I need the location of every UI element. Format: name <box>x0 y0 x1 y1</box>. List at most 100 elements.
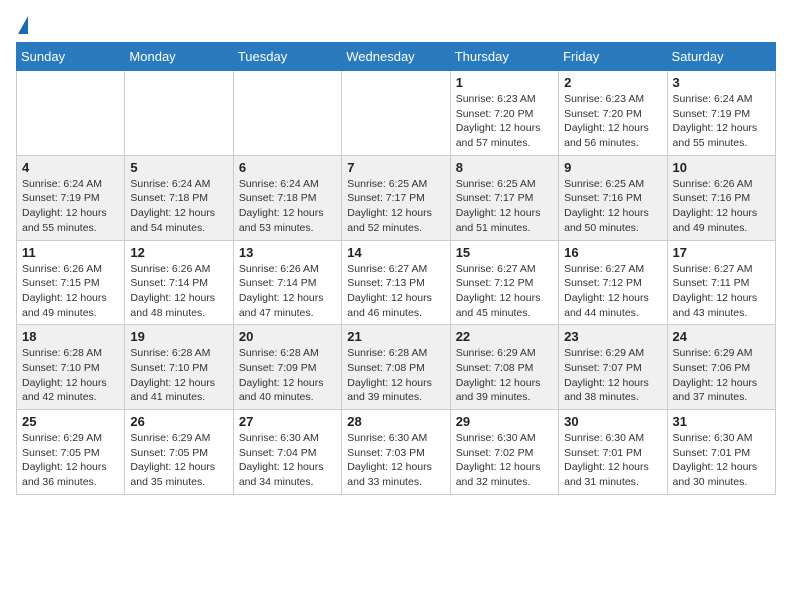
calendar-cell: 21 Sunrise: 6:28 AM Sunset: 7:08 PM Dayli… <box>342 325 450 410</box>
calendar-week-row: 25 Sunrise: 6:29 AM Sunset: 7:05 PM Dayli… <box>17 410 776 495</box>
col-header-saturday: Saturday <box>667 43 775 71</box>
calendar-cell: 18 Sunrise: 6:28 AM Sunset: 7:10 PM Dayli… <box>17 325 125 410</box>
day-number: 18 <box>22 329 119 344</box>
col-header-friday: Friday <box>559 43 667 71</box>
logo-triangle-icon <box>18 16 28 34</box>
day-info: Sunrise: 6:30 AM Sunset: 7:02 PM Dayligh… <box>456 431 553 490</box>
day-info: Sunrise: 6:26 AM Sunset: 7:15 PM Dayligh… <box>22 262 119 321</box>
calendar-week-row: 1 Sunrise: 6:23 AM Sunset: 7:20 PM Daylig… <box>17 71 776 156</box>
calendar-cell: 10 Sunrise: 6:26 AM Sunset: 7:16 PM Dayli… <box>667 155 775 240</box>
calendar-cell <box>233 71 341 156</box>
day-info: Sunrise: 6:28 AM Sunset: 7:10 PM Dayligh… <box>130 346 227 405</box>
calendar-cell <box>125 71 233 156</box>
day-number: 7 <box>347 160 444 175</box>
day-info: Sunrise: 6:26 AM Sunset: 7:14 PM Dayligh… <box>239 262 336 321</box>
calendar-cell: 27 Sunrise: 6:30 AM Sunset: 7:04 PM Dayli… <box>233 410 341 495</box>
day-info: Sunrise: 6:27 AM Sunset: 7:12 PM Dayligh… <box>456 262 553 321</box>
calendar-cell: 16 Sunrise: 6:27 AM Sunset: 7:12 PM Dayli… <box>559 240 667 325</box>
day-number: 23 <box>564 329 661 344</box>
day-number: 31 <box>673 414 770 429</box>
day-info: Sunrise: 6:25 AM Sunset: 7:16 PM Dayligh… <box>564 177 661 236</box>
calendar-cell: 28Sunrise: 6:30 AM Sunset: 7:03 PM Dayli… <box>342 410 450 495</box>
calendar-cell: 26 Sunrise: 6:29 AM Sunset: 7:05 PM Dayli… <box>125 410 233 495</box>
day-info: Sunrise: 6:27 AM Sunset: 7:12 PM Dayligh… <box>564 262 661 321</box>
day-number: 13 <box>239 245 336 260</box>
day-info: Sunrise: 6:24 AM Sunset: 7:19 PM Dayligh… <box>22 177 119 236</box>
calendar-cell: 25 Sunrise: 6:29 AM Sunset: 7:05 PM Dayli… <box>17 410 125 495</box>
day-number: 2 <box>564 75 661 90</box>
day-number: 3 <box>673 75 770 90</box>
calendar-cell <box>342 71 450 156</box>
day-info: Sunrise: 6:29 AM Sunset: 7:05 PM Dayligh… <box>22 431 119 490</box>
calendar-cell: 20Sunrise: 6:28 AM Sunset: 7:09 PM Dayli… <box>233 325 341 410</box>
calendar-cell: 31 Sunrise: 6:30 AM Sunset: 7:01 PM Dayli… <box>667 410 775 495</box>
calendar-cell: 14 Sunrise: 6:27 AM Sunset: 7:13 PM Dayli… <box>342 240 450 325</box>
day-info: Sunrise: 6:27 AM Sunset: 7:13 PM Dayligh… <box>347 262 444 321</box>
day-number: 10 <box>673 160 770 175</box>
day-info: Sunrise: 6:28 AM Sunset: 7:10 PM Dayligh… <box>22 346 119 405</box>
page-header <box>16 16 776 34</box>
day-info: Sunrise: 6:29 AM Sunset: 7:05 PM Dayligh… <box>130 431 227 490</box>
col-header-monday: Monday <box>125 43 233 71</box>
day-number: 6 <box>239 160 336 175</box>
col-header-sunday: Sunday <box>17 43 125 71</box>
calendar-cell: 19Sunrise: 6:28 AM Sunset: 7:10 PM Dayli… <box>125 325 233 410</box>
day-number: 8 <box>456 160 553 175</box>
day-number: 12 <box>130 245 227 260</box>
col-header-wednesday: Wednesday <box>342 43 450 71</box>
calendar-cell: 9Sunrise: 6:25 AM Sunset: 7:16 PM Daylig… <box>559 155 667 240</box>
day-number: 27 <box>239 414 336 429</box>
day-info: Sunrise: 6:30 AM Sunset: 7:04 PM Dayligh… <box>239 431 336 490</box>
day-number: 22 <box>456 329 553 344</box>
calendar-cell: 30 Sunrise: 6:30 AM Sunset: 7:01 PM Dayli… <box>559 410 667 495</box>
calendar-cell: 7Sunrise: 6:25 AM Sunset: 7:17 PM Daylig… <box>342 155 450 240</box>
calendar-cell: 23 Sunrise: 6:29 AM Sunset: 7:07 PM Dayli… <box>559 325 667 410</box>
day-info: Sunrise: 6:28 AM Sunset: 7:09 PM Dayligh… <box>239 346 336 405</box>
calendar-week-row: 11 Sunrise: 6:26 AM Sunset: 7:15 PM Dayli… <box>17 240 776 325</box>
day-number: 17 <box>673 245 770 260</box>
day-number: 21 <box>347 329 444 344</box>
calendar-header-row: SundayMondayTuesdayWednesdayThursdayFrid… <box>17 43 776 71</box>
calendar-cell: 11 Sunrise: 6:26 AM Sunset: 7:15 PM Dayli… <box>17 240 125 325</box>
day-info: Sunrise: 6:30 AM Sunset: 7:01 PM Dayligh… <box>673 431 770 490</box>
calendar-cell: 5Sunrise: 6:24 AM Sunset: 7:18 PM Daylig… <box>125 155 233 240</box>
day-info: Sunrise: 6:27 AM Sunset: 7:11 PM Dayligh… <box>673 262 770 321</box>
day-info: Sunrise: 6:26 AM Sunset: 7:16 PM Dayligh… <box>673 177 770 236</box>
day-number: 24 <box>673 329 770 344</box>
day-number: 11 <box>22 245 119 260</box>
day-info: Sunrise: 6:23 AM Sunset: 7:20 PM Dayligh… <box>456 92 553 151</box>
day-info: Sunrise: 6:24 AM Sunset: 7:19 PM Dayligh… <box>673 92 770 151</box>
day-info: Sunrise: 6:28 AM Sunset: 7:08 PM Dayligh… <box>347 346 444 405</box>
calendar-cell: 6 Sunrise: 6:24 AM Sunset: 7:18 PM Daylig… <box>233 155 341 240</box>
day-number: 16 <box>564 245 661 260</box>
day-number: 30 <box>564 414 661 429</box>
day-info: Sunrise: 6:26 AM Sunset: 7:14 PM Dayligh… <box>130 262 227 321</box>
day-number: 25 <box>22 414 119 429</box>
calendar-cell: 3 Sunrise: 6:24 AM Sunset: 7:19 PM Daylig… <box>667 71 775 156</box>
day-number: 26 <box>130 414 227 429</box>
day-number: 29 <box>456 414 553 429</box>
calendar-cell: 12 Sunrise: 6:26 AM Sunset: 7:14 PM Dayli… <box>125 240 233 325</box>
col-header-tuesday: Tuesday <box>233 43 341 71</box>
day-number: 5 <box>130 160 227 175</box>
calendar-table: SundayMondayTuesdayWednesdayThursdayFrid… <box>16 42 776 495</box>
logo <box>16 16 28 34</box>
calendar-week-row: 4Sunrise: 6:24 AM Sunset: 7:19 PM Daylig… <box>17 155 776 240</box>
calendar-cell: 1 Sunrise: 6:23 AM Sunset: 7:20 PM Daylig… <box>450 71 558 156</box>
calendar-cell: 24 Sunrise: 6:29 AM Sunset: 7:06 PM Dayli… <box>667 325 775 410</box>
col-header-thursday: Thursday <box>450 43 558 71</box>
day-info: Sunrise: 6:29 AM Sunset: 7:06 PM Dayligh… <box>673 346 770 405</box>
day-number: 28 <box>347 414 444 429</box>
calendar-cell: 13 Sunrise: 6:26 AM Sunset: 7:14 PM Dayli… <box>233 240 341 325</box>
day-number: 1 <box>456 75 553 90</box>
day-info: Sunrise: 6:29 AM Sunset: 7:07 PM Dayligh… <box>564 346 661 405</box>
day-number: 14 <box>347 245 444 260</box>
calendar-cell <box>17 71 125 156</box>
day-info: Sunrise: 6:30 AM Sunset: 7:01 PM Dayligh… <box>564 431 661 490</box>
day-info: Sunrise: 6:24 AM Sunset: 7:18 PM Dayligh… <box>239 177 336 236</box>
day-number: 15 <box>456 245 553 260</box>
calendar-cell: 17 Sunrise: 6:27 AM Sunset: 7:11 PM Dayli… <box>667 240 775 325</box>
day-info: Sunrise: 6:29 AM Sunset: 7:08 PM Dayligh… <box>456 346 553 405</box>
calendar-week-row: 18 Sunrise: 6:28 AM Sunset: 7:10 PM Dayli… <box>17 325 776 410</box>
calendar-cell: 15 Sunrise: 6:27 AM Sunset: 7:12 PM Dayli… <box>450 240 558 325</box>
